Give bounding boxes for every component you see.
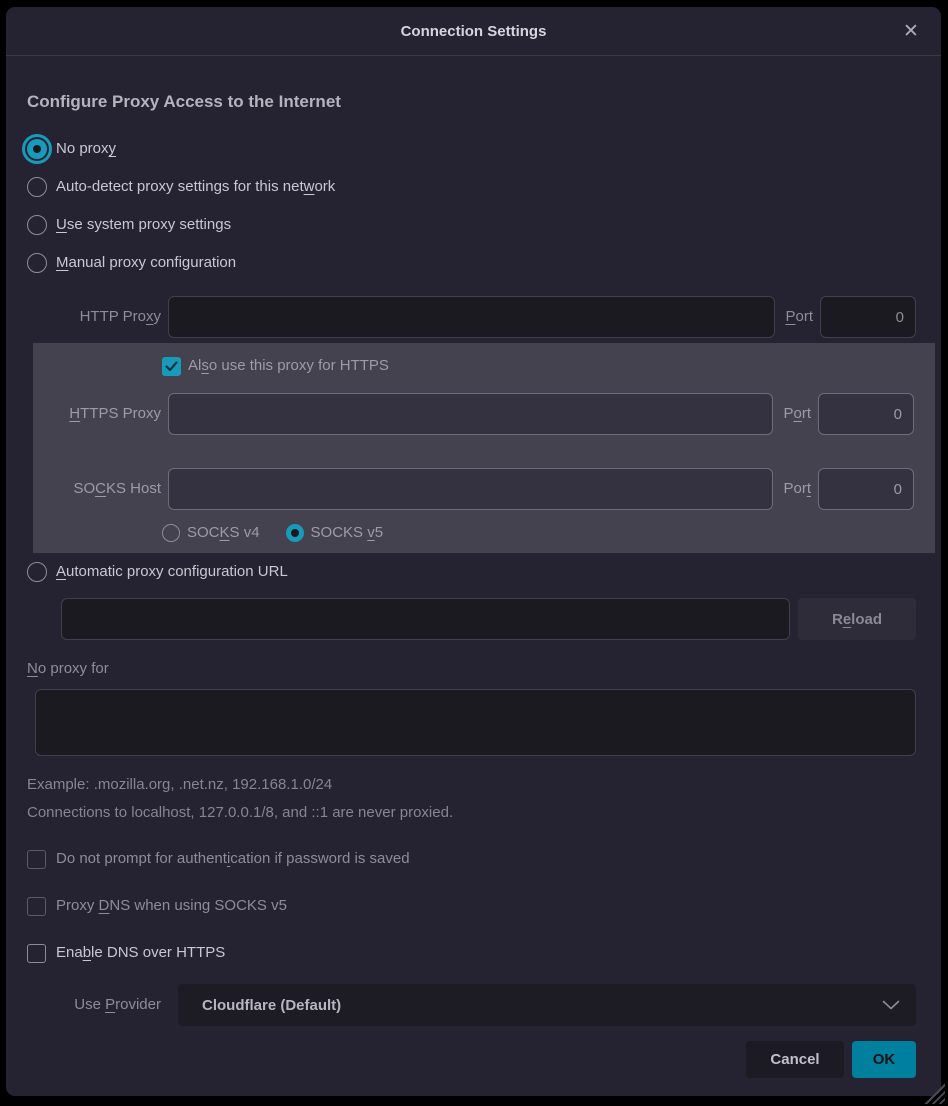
system-proxy-radio[interactable] bbox=[27, 215, 47, 235]
socks-v4-label: SOCKS v4 bbox=[187, 522, 260, 544]
system-proxy-label: Use system proxy settings bbox=[56, 214, 231, 236]
dialog-button-row: Cancel OK bbox=[27, 1041, 916, 1078]
auto-url-input[interactable] bbox=[61, 598, 790, 640]
https-proxy-input[interactable] bbox=[168, 393, 773, 435]
http-proxy-input[interactable] bbox=[168, 296, 775, 338]
radio-option-auto-detect[interactable]: Auto-detect proxy settings for this netw… bbox=[27, 168, 916, 206]
dialog-content: Configure Proxy Access to the Internet N… bbox=[6, 56, 941, 1096]
manual-proxy-label: Manual proxy configuration bbox=[56, 252, 236, 274]
socks-v5-label: SOCKS v5 bbox=[311, 522, 384, 544]
auto-detect-radio[interactable] bbox=[27, 177, 47, 197]
dialog-titlebar: Connection Settings ✕ bbox=[6, 7, 941, 56]
https-proxy-row: HTTPS Proxy Port bbox=[33, 393, 914, 435]
socks-v4-radio[interactable] bbox=[162, 524, 180, 542]
use-provider-label: Use Provider bbox=[27, 994, 161, 1016]
manual-proxy-radio[interactable] bbox=[27, 253, 47, 273]
http-proxy-row: HTTP Proxy Port bbox=[27, 296, 916, 338]
connection-settings-dialog: Connection Settings ✕ Configure Proxy Ac… bbox=[6, 7, 941, 1096]
doh-provider-row: Use Provider Cloudflare (Default) bbox=[27, 984, 916, 1026]
dialog-title: Connection Settings bbox=[401, 23, 547, 40]
enable-doh-checkbox[interactable] bbox=[27, 944, 46, 963]
socks-port-label: Port bbox=[783, 478, 811, 500]
socks-version-row: SOCKS v4 SOCKS v5 bbox=[162, 520, 914, 546]
reload-button[interactable]: Reload bbox=[798, 598, 916, 640]
https-port-input[interactable] bbox=[818, 393, 914, 435]
http-port-input[interactable] bbox=[820, 296, 916, 338]
socks-host-row: SOCKS Host Port bbox=[33, 468, 914, 510]
radio-option-manual-proxy[interactable]: Manual proxy configuration bbox=[27, 244, 916, 282]
auto-detect-label: Auto-detect proxy settings for this netw… bbox=[56, 176, 335, 198]
radio-option-auto-url[interactable]: Automatic proxy configuration URL bbox=[27, 557, 916, 587]
checkmark-icon bbox=[165, 361, 178, 372]
also-use-https-row[interactable]: Also use this proxy for HTTPS bbox=[162, 353, 914, 379]
doh-provider-value: Cloudflare (Default) bbox=[202, 997, 882, 1014]
chevron-down-icon bbox=[882, 1000, 900, 1010]
socks-v5-radio[interactable] bbox=[286, 524, 304, 542]
auto-url-label: Automatic proxy configuration URL bbox=[56, 561, 288, 583]
socks-port-input[interactable] bbox=[818, 468, 914, 510]
enable-doh-label: Enable DNS over HTTPS bbox=[56, 942, 225, 964]
no-prompt-auth-label: Do not prompt for authentication if pass… bbox=[56, 848, 410, 870]
no-proxy-radio[interactable] bbox=[27, 139, 47, 159]
auto-url-radio[interactable] bbox=[27, 562, 47, 582]
no-proxy-for-label: No proxy for bbox=[27, 657, 916, 681]
socks-host-label: SOCKS Host bbox=[33, 478, 161, 500]
https-proxy-label: HTTPS Proxy bbox=[33, 403, 161, 425]
no-proxy-label: No proxy bbox=[56, 138, 116, 160]
auto-url-input-row: Reload bbox=[61, 598, 916, 640]
cancel-button[interactable]: Cancel bbox=[746, 1041, 844, 1078]
localhost-note-text: Connections to localhost, 127.0.0.1/8, a… bbox=[27, 802, 916, 824]
no-prompt-auth-checkbox[interactable] bbox=[27, 850, 46, 869]
https-socks-highlight-section: Also use this proxy for HTTPS HTTPS Prox… bbox=[33, 343, 935, 553]
proxy-dns-label: Proxy DNS when using SOCKS v5 bbox=[56, 895, 287, 917]
close-icon[interactable]: ✕ bbox=[897, 17, 925, 45]
page-title: Configure Proxy Access to the Internet bbox=[27, 90, 916, 114]
ok-button[interactable]: OK bbox=[852, 1041, 916, 1078]
http-port-label: Port bbox=[785, 306, 813, 328]
radio-option-system-proxy[interactable]: Use system proxy settings bbox=[27, 206, 916, 244]
example-text: Example: .mozilla.org, .net.nz, 192.168.… bbox=[27, 774, 916, 796]
no-prompt-auth-row[interactable]: Do not prompt for authentication if pass… bbox=[27, 846, 916, 872]
proxy-dns-checkbox[interactable] bbox=[27, 897, 46, 916]
doh-provider-dropdown[interactable]: Cloudflare (Default) bbox=[178, 984, 916, 1026]
radio-option-no-proxy[interactable]: No proxy bbox=[27, 130, 916, 168]
also-use-https-checkbox[interactable] bbox=[162, 357, 181, 376]
https-port-label: Port bbox=[783, 403, 811, 425]
no-proxy-for-textarea[interactable] bbox=[35, 689, 916, 756]
enable-doh-row[interactable]: Enable DNS over HTTPS bbox=[27, 940, 916, 966]
also-use-https-label: Also use this proxy for HTTPS bbox=[188, 355, 389, 377]
http-proxy-label: HTTP Proxy bbox=[27, 306, 161, 328]
proxy-dns-row[interactable]: Proxy DNS when using SOCKS v5 bbox=[27, 893, 916, 919]
socks-host-input[interactable] bbox=[168, 468, 773, 510]
